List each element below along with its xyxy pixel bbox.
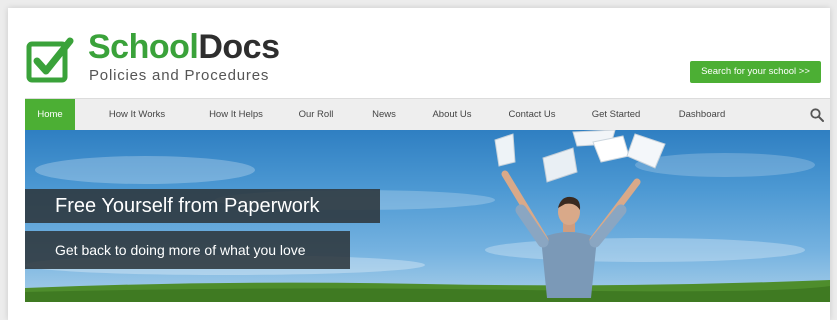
nav-item-get-started[interactable]: Get Started [581, 99, 651, 131]
nav-item-how-it-helps[interactable]: How It Helps [198, 99, 274, 131]
brand-name-docs: Docs [198, 28, 280, 66]
search-icon[interactable] [810, 108, 824, 122]
page-frame: SchoolDocs Policies and Procedures Searc… [8, 8, 830, 320]
nav-item-dashboard[interactable]: Dashboard [667, 99, 737, 131]
flying-papers [494, 130, 666, 183]
nav-item-about-us[interactable]: About Us [423, 99, 481, 131]
nav-item-our-roll[interactable]: Our Roll [291, 99, 341, 131]
nav-item-news[interactable]: News [362, 99, 406, 131]
main-nav: Home How It Works How It Helps Our Roll … [25, 98, 830, 131]
nav-item-contact-us[interactable]: Contact Us [499, 99, 565, 131]
hero-title: Free Yourself from Paperwork [25, 189, 380, 223]
search-for-your-school-button[interactable]: Search for your school >> [690, 61, 821, 83]
brand-name-school: School [88, 28, 199, 66]
nav-item-how-it-works[interactable]: How It Works [99, 99, 175, 131]
brand-tagline: Policies and Procedures [89, 67, 270, 84]
checkmark-logo-icon[interactable] [26, 37, 76, 85]
hero-subtitle: Get back to doing more of what you love [25, 231, 350, 269]
site-header: SchoolDocs Policies and Procedures Searc… [8, 8, 830, 96]
nav-item-home[interactable]: Home [25, 99, 75, 131]
hero-banner: Free Yourself from Paperwork Get back to… [25, 130, 830, 302]
brand-name[interactable]: SchoolDocs [88, 28, 280, 66]
person-figure [501, 170, 641, 298]
